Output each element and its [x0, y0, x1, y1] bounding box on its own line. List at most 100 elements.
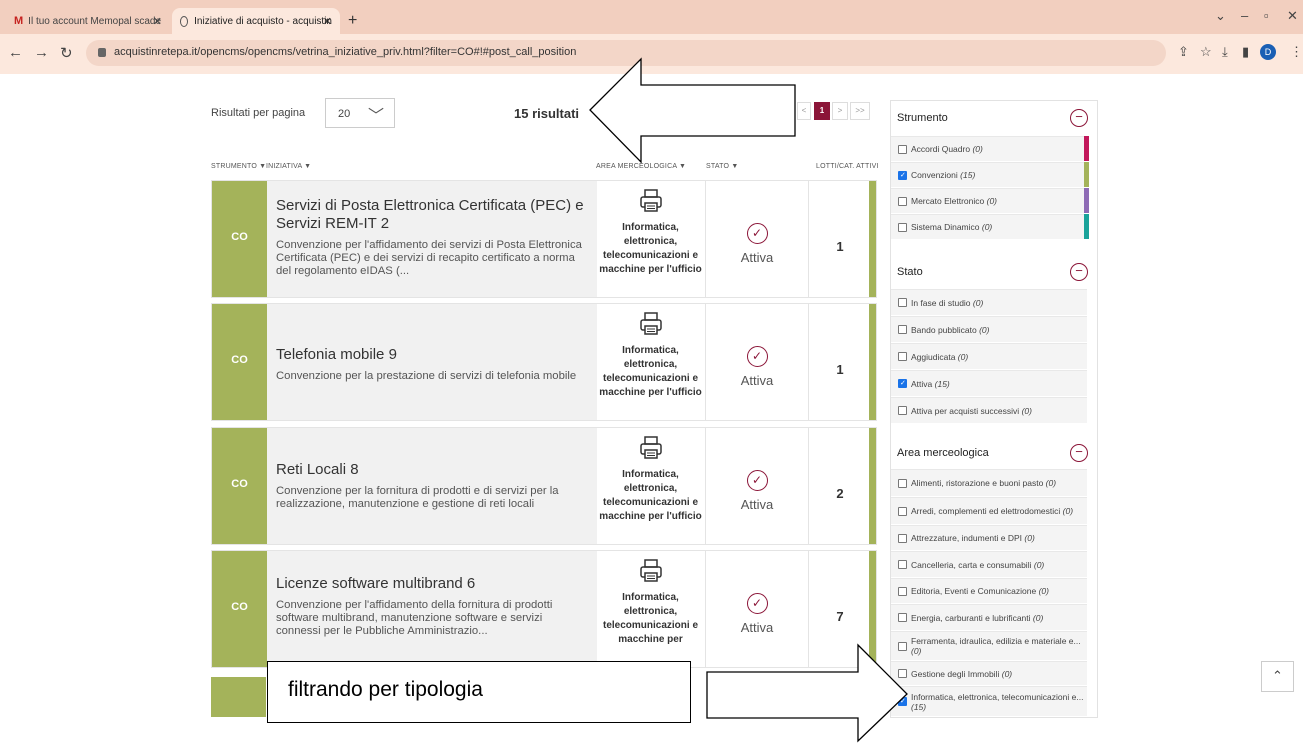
initiative-card[interactable]: CO Licenze software multibrand 6 Convenz…: [211, 550, 877, 668]
filter-option[interactable]: Attiva per acquisti successivi (0): [891, 397, 1087, 423]
filter-option[interactable]: Gestione degli Immobili (0): [891, 661, 1087, 685]
lotti-count: 1: [836, 362, 844, 377]
menu-kebab-icon[interactable]: ⋮: [1290, 44, 1303, 60]
filter-option[interactable]: Sistema Dinamico (0): [891, 214, 1087, 239]
printer-icon: [639, 189, 662, 212]
card-body: Servizi di Posta Elettronica Certificata…: [267, 181, 597, 297]
initiative-card[interactable]: CO Servizi di Posta Elettronica Certific…: [211, 180, 877, 298]
filter-header-stato[interactable]: Stato −: [891, 255, 1097, 289]
column-strumento[interactable]: STRUMENTO ▼: [211, 163, 266, 170]
scroll-to-top-button[interactable]: ⌃: [1261, 661, 1294, 692]
bookmark-star-icon[interactable]: ☆: [1200, 44, 1212, 60]
annotation-textbox: filtrando per tipologia: [267, 661, 691, 723]
tab-search-icon[interactable]: ⌄: [1215, 8, 1226, 24]
checkbox[interactable]: [898, 406, 907, 415]
checkbox[interactable]: [898, 196, 907, 206]
address-bar[interactable]: acquistinretepa.it/opencms/opencms/vetri…: [86, 40, 1166, 66]
checkbox[interactable]: [898, 613, 907, 622]
reload-icon[interactable]: ↻: [60, 44, 73, 62]
filter-header-strumento[interactable]: Strumento −: [891, 101, 1097, 135]
filter-option-count: (0): [1033, 559, 1045, 570]
close-window-icon[interactable]: ✕: [1287, 8, 1298, 24]
checkbox[interactable]: [898, 298, 907, 307]
initiative-card[interactable]: CO Telefonia mobile 9 Convenzione per la…: [211, 303, 877, 421]
browser-tab-gmail[interactable]: M Il tuo account Memopal scade ✕: [6, 8, 170, 34]
collapse-minus-icon[interactable]: −: [1070, 263, 1088, 281]
filter-option[interactable]: Cancelleria, carta e consumabili (0): [891, 551, 1087, 577]
filter-option[interactable]: In fase di studio (0): [891, 289, 1087, 315]
filter-option[interactable]: Energia, carburanti e lubrificanti (0): [891, 604, 1087, 630]
pagination-prev[interactable]: <: [797, 102, 811, 120]
checkbox[interactable]: [898, 506, 907, 516]
filter-option[interactable]: Accordi Quadro (0): [891, 136, 1087, 161]
card-title[interactable]: Licenze software multibrand 6: [276, 575, 587, 593]
card-description: Convenzione per la prestazione di serviz…: [276, 370, 577, 382]
checkbox[interactable]: [898, 478, 907, 488]
area-label: Informatica, elettronica, telecomunicazi…: [599, 469, 702, 522]
filter-option[interactable]: Ferramenta, idraulica, edilizia e materi…: [891, 631, 1087, 660]
column-stato[interactable]: STATO ▼: [706, 163, 738, 170]
checkbox[interactable]: [898, 533, 907, 543]
filter-option[interactable]: Arredi, complementi ed elettrodomestici …: [891, 497, 1087, 524]
pagination-last[interactable]: >>: [850, 102, 870, 120]
card-area: Informatica, elettronica, telecomunicazi…: [597, 428, 704, 544]
checkbox[interactable]: [898, 669, 907, 678]
checkbox[interactable]: [898, 641, 907, 651]
filter-option[interactable]: Attiva (15): [891, 370, 1087, 396]
checkbox-checked[interactable]: [898, 697, 907, 707]
sidepanel-icon[interactable]: ▮: [1242, 44, 1249, 60]
profile-avatar[interactable]: D: [1260, 44, 1276, 60]
minimize-icon[interactable]: –: [1241, 8, 1248, 23]
collapse-minus-icon[interactable]: −: [1070, 109, 1088, 127]
stato-label: Attiva: [740, 620, 774, 635]
initiative-card[interactable]: CO Reti Locali 8 Convenzione per la forn…: [211, 427, 877, 545]
filter-option-label: Accordi Quadro: [911, 144, 971, 154]
column-lotti: LOTTI/CAT. ATTIVI: [816, 163, 879, 170]
checkbox[interactable]: [898, 560, 907, 569]
filter-option[interactable]: Alimenti, ristorazione e buoni pasto (0): [891, 469, 1087, 496]
close-tab-icon[interactable]: ✕: [153, 15, 162, 28]
filter-option[interactable]: Convenzioni (15): [891, 162, 1087, 187]
browser-tab-iniziative[interactable]: Iniziative di acquisto - acquistin ✕: [172, 8, 340, 34]
restore-icon[interactable]: ▫: [1264, 8, 1269, 23]
checkbox[interactable]: [898, 325, 907, 334]
new-tab-icon[interactable]: +: [348, 12, 357, 30]
collapse-minus-icon[interactable]: −: [1070, 444, 1088, 462]
filter-option-count: (15): [960, 170, 976, 180]
checkbox[interactable]: [898, 586, 907, 596]
share-icon[interactable]: ⇪: [1178, 44, 1189, 60]
checkbox-checked[interactable]: [898, 170, 907, 181]
close-tab-icon[interactable]: ✕: [323, 15, 332, 28]
checkbox[interactable]: [898, 222, 907, 232]
per-page-select[interactable]: 20 ﹀: [325, 98, 395, 128]
column-iniziativa[interactable]: INIZIATIVA ▼: [266, 163, 311, 170]
filter-option[interactable]: Attrezzature, indumenti e DPI (0): [891, 525, 1087, 550]
checkbox[interactable]: [898, 144, 907, 154]
browser-tab-strip: M Il tuo account Memopal scade ✕ Iniziat…: [0, 0, 1303, 34]
card-title[interactable]: Servizi di Posta Elettronica Certificata…: [276, 197, 587, 233]
filter-option-count: (15): [911, 701, 927, 712]
filter-option[interactable]: Bando pubblicato (0): [891, 316, 1087, 342]
filter-title: Strumento: [897, 112, 948, 124]
checkbox-checked[interactable]: [898, 379, 907, 389]
back-icon[interactable]: ←: [8, 44, 23, 61]
filter-header-area[interactable]: Area merceologica −: [891, 436, 1097, 470]
pagination-next[interactable]: >: [832, 102, 848, 120]
filter-option[interactable]: Informatica, elettronica, telecomunicazi…: [891, 686, 1087, 716]
filter-title: Area merceologica: [897, 447, 989, 459]
filter-option-label: Cancelleria, carta e consumabili: [911, 559, 1032, 570]
area-label: Informatica, elettronica, telecomunicazi…: [599, 222, 702, 275]
checkbox[interactable]: [898, 352, 907, 361]
filter-option[interactable]: Editoria, Eventi e Comunicazione (0): [891, 578, 1087, 603]
pagination-current[interactable]: 1: [814, 102, 830, 120]
filter-option[interactable]: Aggiudicata (0): [891, 343, 1087, 369]
card-title[interactable]: Telefonia mobile 9: [276, 346, 587, 364]
column-area[interactable]: AREA MERCEOLOGICA ▼: [596, 163, 686, 170]
filter-option-count: (0): [1001, 668, 1013, 679]
filter-option[interactable]: Mercato Elettronico (0): [891, 188, 1087, 213]
card-title[interactable]: Reti Locali 8: [276, 461, 587, 479]
download-icon[interactable]: ⤓: [1222, 44, 1228, 60]
strumento-badge: CO: [212, 304, 267, 420]
filter-option-label: Attiva: [911, 378, 933, 389]
forward-icon[interactable]: →: [34, 44, 49, 61]
